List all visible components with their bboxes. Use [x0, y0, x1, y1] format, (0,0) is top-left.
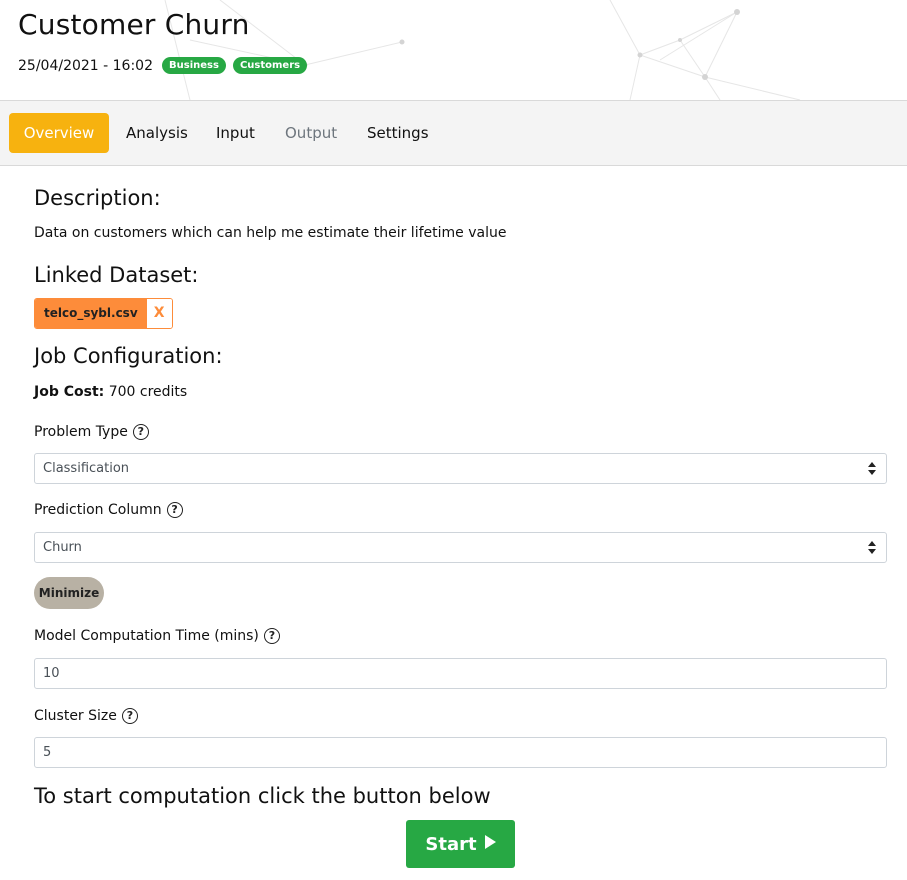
prediction-column-label-text: Prediction Column	[34, 502, 162, 518]
prediction-column-label: Prediction Column ?	[34, 502, 183, 518]
cluster-size-label-text: Cluster Size	[34, 708, 117, 724]
cluster-size-label: Cluster Size ?	[34, 708, 138, 724]
computation-time-label-text: Model Computation Time (mins)	[34, 628, 259, 644]
problem-type-label: Problem Type ?	[34, 424, 149, 440]
play-icon	[484, 835, 496, 849]
job-cost-label: Job Cost:	[34, 384, 105, 400]
tag-badge-customers: Customers	[232, 57, 308, 74]
help-icon[interactable]: ?	[121, 708, 138, 724]
page-header: Customer Churn 25/04/2021 - 16:02 Busine…	[0, 0, 907, 100]
help-icon[interactable]: ?	[132, 424, 149, 440]
job-meta: 25/04/2021 - 16:02 Business Customers	[18, 57, 308, 74]
cluster-size-input[interactable]: 5	[34, 737, 887, 768]
computation-time-label: Model Computation Time (mins) ?	[34, 628, 280, 644]
tab-output[interactable]: Output	[269, 113, 353, 153]
job-cost-value: 700 credits	[108, 384, 188, 400]
help-icon[interactable]: ?	[166, 502, 183, 518]
remove-dataset-button[interactable]: X	[146, 299, 172, 328]
computation-time-input[interactable]: 10	[34, 658, 887, 689]
job-cost: Job Cost: 700 credits	[34, 384, 187, 400]
job-timestamp: 25/04/2021 - 16:02	[18, 57, 153, 74]
tab-settings[interactable]: Settings	[351, 113, 445, 153]
select-arrows-icon	[868, 462, 876, 476]
tab-analysis[interactable]: Analysis	[110, 113, 204, 153]
dataset-filename[interactable]: telco_sybl.csv	[35, 299, 147, 328]
start-prompt: To start computation click the button be…	[34, 784, 491, 808]
help-icon[interactable]: ?	[263, 628, 280, 644]
tab-bar: Overview Analysis Input Output Settings	[0, 100, 907, 166]
problem-type-value: Classification	[43, 461, 130, 476]
prediction-column-value: Churn	[43, 540, 82, 555]
tag-badge-business: Business	[162, 57, 226, 74]
start-button-label: Start	[425, 833, 477, 855]
description-text: Data on customers which can help me esti…	[34, 225, 507, 241]
job-configuration-heading: Job Configuration:	[34, 344, 223, 368]
select-arrows-icon	[868, 541, 876, 555]
minimize-button[interactable]: Minimize	[34, 577, 104, 609]
start-button[interactable]: Start	[406, 820, 515, 868]
problem-type-label-text: Problem Type	[34, 424, 128, 440]
linked-dataset-heading: Linked Dataset:	[34, 263, 199, 287]
linked-dataset-chip: telco_sybl.csv X	[34, 298, 173, 329]
problem-type-select[interactable]: Classification	[34, 453, 887, 484]
page-title: Customer Churn	[18, 8, 250, 41]
prediction-column-select[interactable]: Churn	[34, 532, 887, 563]
tab-overview[interactable]: Overview	[9, 113, 109, 153]
description-heading: Description:	[34, 186, 161, 210]
tab-input[interactable]: Input	[200, 113, 271, 153]
